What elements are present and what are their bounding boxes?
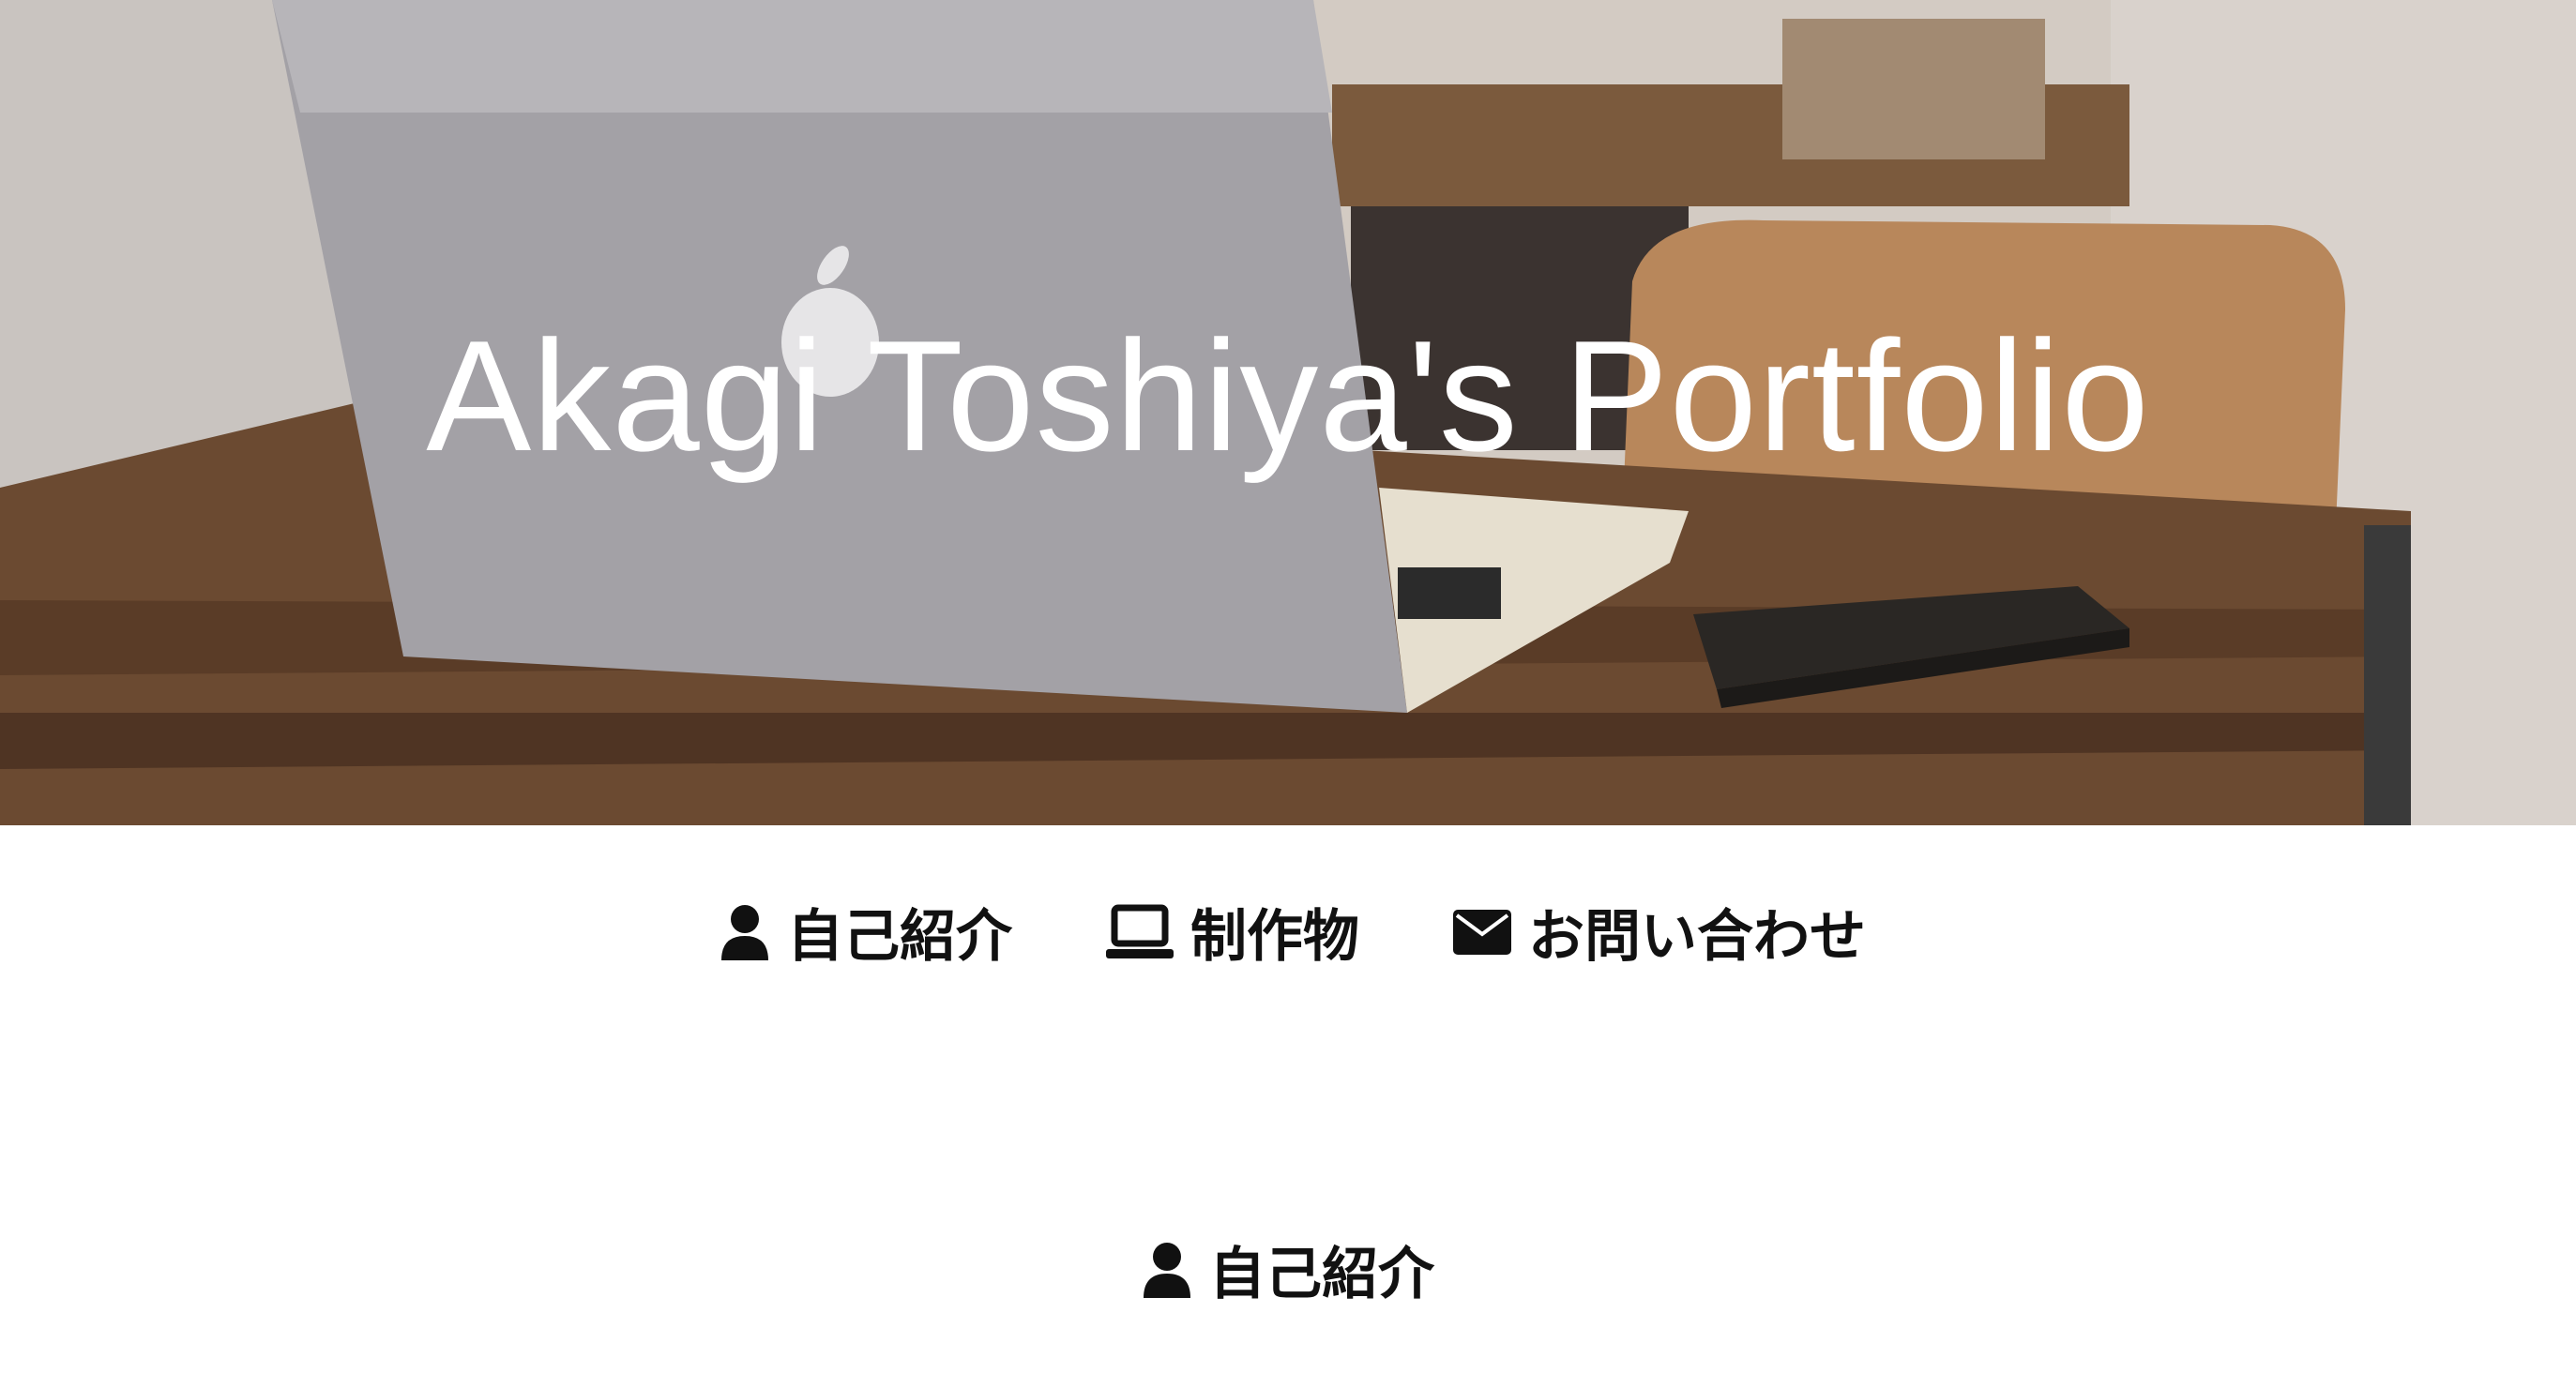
nav-item-contact[interactable]: お問い合わせ	[1453, 891, 1866, 973]
nav-item-works[interactable]: 制作物	[1106, 891, 1359, 973]
nav-item-label: 自己紹介	[787, 904, 1012, 970]
page-title: Akagi Toshiya's Portfolio	[426, 308, 2150, 484]
nav-item-label: 制作物	[1190, 904, 1359, 970]
envelope-icon	[1453, 909, 1511, 955]
section-heading-about: 自己紹介	[0, 1229, 2576, 1310]
nav-item-label: お問い合わせ	[1528, 904, 1866, 970]
main-nav: 自己紹介 制作物 お問い合わせ	[0, 891, 2576, 973]
laptop-icon	[1106, 904, 1174, 960]
user-icon	[1142, 1242, 1192, 1298]
hero-header: Akagi Toshiya's Portfolio	[0, 0, 2576, 825]
section-heading-label: 自己紹介	[1209, 1242, 1434, 1307]
user-icon	[720, 904, 770, 960]
nav-item-about[interactable]: 自己紹介	[720, 891, 1012, 973]
